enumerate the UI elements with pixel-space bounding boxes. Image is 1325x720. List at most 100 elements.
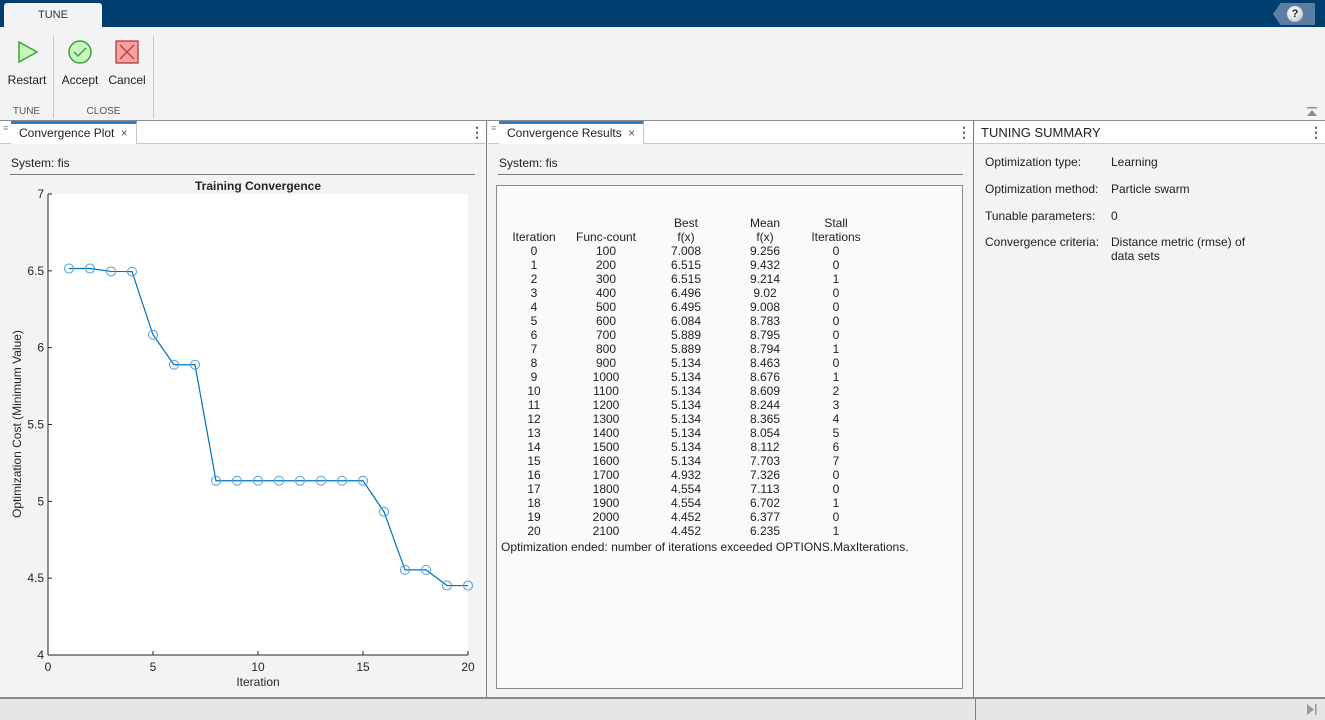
cell-mean-fx: 9.02 [753, 286, 777, 300]
tab-convergence-plot[interactable]: Convergence Plot × [11, 121, 137, 144]
cell-func-count: 800 [595, 342, 617, 356]
cell-best-fx: 4.452 [670, 510, 702, 524]
convergence-table: Iteration Func-count Best f(x) Mean f(x) S… [502, 216, 868, 538]
cell-func-count: 1800 [592, 482, 620, 496]
cancel-x-icon [115, 40, 139, 64]
cell-stall-iterations: 7 [832, 454, 840, 468]
cell-mean-fx: 6.235 [749, 524, 781, 538]
restart-label: Restart [7, 73, 47, 87]
table-row: 18 1900 4.554 6.702 1 [502, 496, 868, 510]
divider [498, 174, 963, 175]
accept-button[interactable]: Accept [59, 35, 101, 95]
cell-mean-fx: 7.703 [749, 454, 781, 468]
cell-best-fx: 7.008 [670, 244, 702, 258]
summary-value: 0 [1111, 209, 1118, 223]
cell-stall-iterations: 0 [832, 356, 840, 370]
cell-func-count: 200 [595, 258, 617, 272]
table-row: 13 1400 5.134 8.054 5 [502, 426, 868, 440]
cell-mean-fx: 8.676 [749, 370, 781, 384]
more-options-icon[interactable]: ⋮ [470, 124, 484, 140]
cell-best-fx: 4.452 [670, 524, 702, 538]
cell-func-count: 500 [595, 300, 617, 314]
tab-tune[interactable]: TUNE [4, 3, 102, 28]
convergence-plot-panel: ≡ Convergence Plot × ⋮ System: fis Train… [0, 121, 487, 697]
table-header-row: Iteration Func-count Best f(x) Mean f(x) S… [502, 216, 868, 244]
convergence-results-panel: ≡ Convergence Results × ⋮ System: fis It… [488, 121, 974, 697]
cell-stall-iterations: 1 [832, 370, 840, 384]
tuning-summary-panel: TUNING SUMMARY ⋮ Optimization type: Lear… [975, 121, 1325, 697]
x-axis-label: Iteration [236, 675, 279, 689]
close-icon[interactable]: × [628, 126, 635, 140]
x-tick-label: 15 [356, 660, 370, 674]
summary-value: Distance metric (rmse) of data sets [1111, 235, 1246, 263]
cell-func-count: 1100 [593, 384, 619, 398]
cell-func-count: 1000 [592, 370, 620, 384]
more-options-icon[interactable]: ⋮ [957, 124, 971, 140]
cell-iteration: 2 [530, 272, 538, 286]
cell-func-count: 2100 [592, 524, 620, 538]
cell-best-fx: 5.134 [670, 440, 702, 454]
cell-best-fx: 5.889 [670, 342, 702, 356]
results-text-area[interactable]: Iteration Func-count Best f(x) Mean f(x) S… [496, 185, 963, 689]
drag-grip-icon[interactable]: ≡ [3, 124, 8, 136]
cell-stall-iterations: 3 [832, 398, 840, 412]
cell-stall-iterations: 0 [832, 300, 840, 314]
summary-title: TUNING SUMMARY [981, 125, 1101, 140]
cell-best-fx: 5.889 [670, 328, 702, 342]
y-tick-label: 4 [37, 648, 44, 662]
summary-key: Optimization type: [985, 155, 1082, 169]
cell-mean-fx: 8.244 [749, 398, 781, 412]
restart-button[interactable]: Restart [6, 35, 48, 95]
cell-mean-fx: 9.008 [749, 300, 781, 314]
y-axis-label: Optimization Cost (Minimum Value) [10, 330, 24, 518]
cell-iteration: 4 [530, 300, 538, 314]
table-row: 6 700 5.889 8.795 0 [502, 328, 868, 342]
table-row: 17 1800 4.554 7.113 0 [502, 482, 868, 496]
cell-iteration: 10 [527, 384, 541, 398]
cell-iteration: 15 [527, 454, 541, 468]
cell-stall-iterations: 6 [832, 440, 840, 454]
cell-iteration: 9 [530, 370, 538, 384]
cell-stall-iterations: 2 [832, 384, 840, 398]
cell-stall-iterations: 1 [832, 272, 840, 286]
table-row: 15 1600 5.134 7.703 7 [502, 454, 868, 468]
cell-mean-fx: 8.365 [749, 412, 781, 426]
tab-convergence-results[interactable]: Convergence Results × [499, 121, 645, 144]
expand-panel-icon[interactable] [1307, 704, 1317, 715]
close-icon[interactable]: × [121, 126, 128, 140]
help-icon[interactable]: ? [1287, 6, 1303, 22]
toolstrip: Restart Accept Cancel TUNE CLOSE [0, 27, 1325, 121]
toolstrip-divider [153, 36, 154, 118]
y-tick-label: 7 [37, 187, 44, 201]
summary-key: Convergence criteria: [985, 235, 1100, 249]
cell-iteration: 19 [527, 510, 541, 524]
cell-mean-fx: 8.794 [749, 342, 781, 356]
plot-area [48, 194, 468, 655]
cell-mean-fx: 6.377 [749, 510, 781, 524]
collapse-toolstrip-icon[interactable] [1307, 107, 1317, 116]
cancel-button[interactable]: Cancel [106, 35, 148, 95]
x-tick-label: 5 [150, 660, 157, 674]
table-row: 10 1100 5.134 8.609 2 [502, 384, 868, 398]
panel-header: ≡ Convergence Plot × ⋮ [0, 121, 486, 144]
cell-stall-iterations: 4 [832, 412, 840, 426]
cell-mean-fx: 7.326 [749, 468, 781, 482]
cell-mean-fx: 8.463 [749, 356, 781, 370]
cell-stall-iterations: 5 [832, 426, 840, 440]
panel-header: ≡ Convergence Results × ⋮ [488, 121, 973, 144]
table-row: 12 1300 5.134 8.365 4 [502, 412, 868, 426]
tab-label: Convergence Plot [19, 126, 115, 140]
col-header-stall-iterations: Stall Iterations [811, 216, 861, 244]
table-row: 4 500 6.495 9.008 0 [502, 300, 868, 314]
cell-best-fx: 5.134 [670, 412, 702, 426]
group-label-tune: TUNE [12, 106, 41, 117]
cell-func-count: 700 [595, 328, 617, 342]
cell-func-count: 1200 [592, 398, 620, 412]
drag-grip-icon[interactable]: ≡ [491, 124, 496, 136]
cell-mean-fx: 8.795 [749, 328, 781, 342]
more-options-icon[interactable]: ⋮ [1309, 124, 1323, 140]
status-bar [0, 697, 1325, 720]
y-tick-label: 4.5 [27, 571, 44, 585]
table-row: 3 400 6.496 9.02 0 [502, 286, 868, 300]
cell-stall-iterations: 0 [832, 258, 840, 272]
